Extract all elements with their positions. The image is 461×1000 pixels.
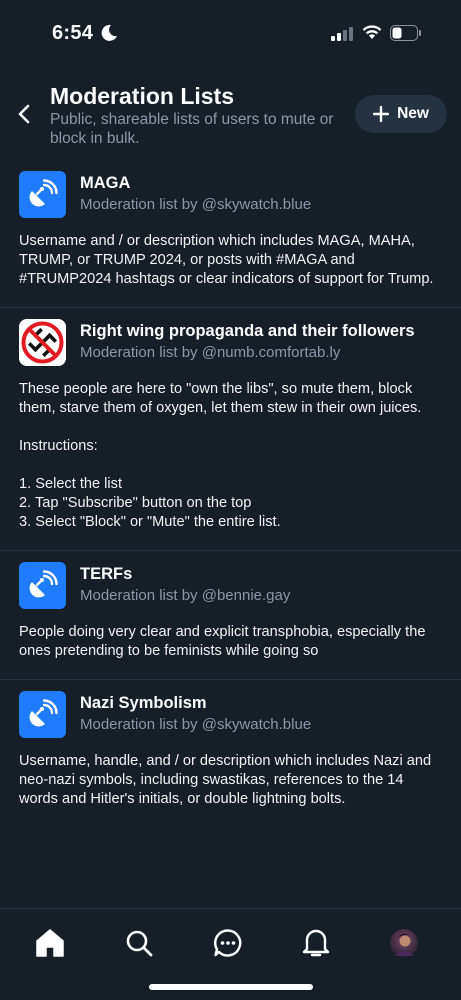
moon-icon [101,24,117,41]
list-name: Nazi Symbolism [80,694,207,712]
list-item[interactable]: MAGA Moderation list by @skywatch.blue U… [0,160,461,308]
home-icon [36,929,64,957]
chat-tab[interactable] [212,927,244,959]
list-item[interactable]: Nazi Symbolism Moderation list by @skywa… [0,680,461,827]
list-description: People doing very clear and explicit tra… [19,624,426,659]
list-description: Username and / or description which incl… [19,233,434,287]
list-satellite-icon [19,561,66,609]
notifications-tab[interactable] [300,927,332,959]
bell-icon [302,929,330,957]
battery-icon [390,25,421,41]
list-item[interactable]: TERFs Moderation list by @bennie.gay Peo… [0,551,461,680]
home-tab[interactable] [34,927,66,959]
chat-icon [214,929,242,957]
list-author: Moderation list by @numb.comfortab.ly [80,344,341,361]
moderation-lists: MAGA Moderation list by @skywatch.blue U… [0,160,461,827]
profile-avatar [390,929,418,957]
list-satellite-icon [19,690,66,738]
search-icon [126,930,153,957]
status-bar: 6:54 [0,0,461,64]
list-author: Moderation list by @skywatch.blue [80,716,312,733]
new-button-label: New [397,105,429,122]
list-item[interactable]: Right wing propaganda and their follower… [0,308,461,551]
new-list-button[interactable]: New [355,95,447,133]
status-time: 6:54 [52,22,94,44]
chevron-left-icon [18,104,30,124]
search-tab[interactable] [123,927,155,959]
list-name: TERFs [80,565,133,583]
list-name: MAGA [80,174,131,192]
plus-icon [373,106,390,122]
list-satellite-icon [19,170,66,218]
list-description: These people are here to "own the libs",… [19,381,422,530]
home-indicator[interactable] [149,984,313,990]
list-author: Moderation list by @skywatch.blue [80,196,312,213]
no-swastika-icon [19,318,66,366]
page-title: Moderation Lists [50,83,235,109]
page-subtitle: Public, shareable lists of users to mute… [50,111,334,147]
profile-tab[interactable] [388,927,420,959]
list-description: Username, handle, and / or description w… [19,753,432,807]
wifi-icon [362,25,382,39]
list-author: Moderation list by @bennie.gay [80,587,291,604]
list-name: Right wing propaganda and their follower… [80,322,415,340]
header: Moderation Lists Public, shareable lists… [0,80,461,150]
signal-icon [331,27,353,41]
back-button[interactable] [10,100,38,128]
